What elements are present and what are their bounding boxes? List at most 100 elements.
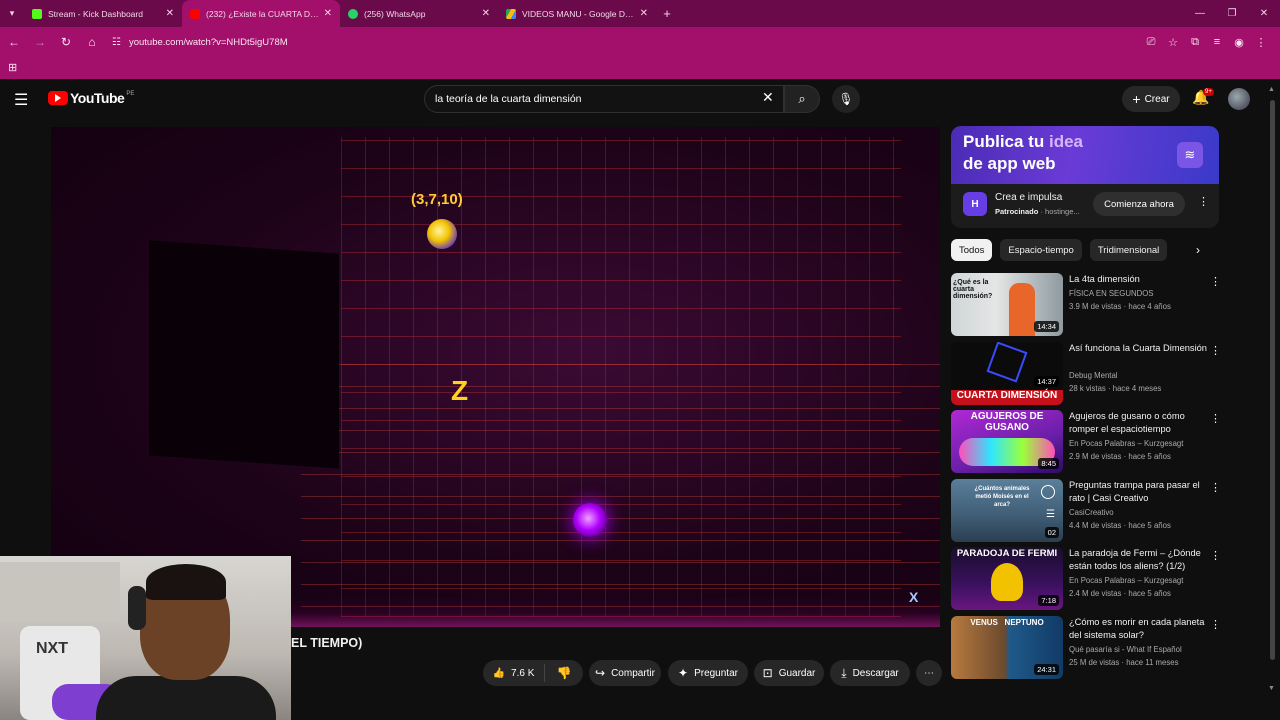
channel-name[interactable]: Qué pasaría si - What If Español xyxy=(1069,645,1182,654)
chip-todos[interactable]: Todos xyxy=(951,239,993,261)
tab-google-drive[interactable]: VIDEOS MANU - Google Drive ✕ xyxy=(498,0,656,27)
tab-youtube[interactable]: (232) ¿Existe la CUARTA DIMENSIÓ ✕ xyxy=(182,0,340,27)
restore-icon[interactable]: ❐ xyxy=(1216,0,1248,27)
add-to-queue-icon[interactable]: ☰ xyxy=(1046,509,1055,520)
profile-icon[interactable]: ◉ xyxy=(1228,30,1250,54)
video-title: ¿Cómo es morir en cada planeta del siste… xyxy=(1069,617,1205,640)
save-label: Guardar xyxy=(778,667,816,679)
list-item[interactable]: VENUS NEPTUNO 24:31 ¿Cómo es morir en ca… xyxy=(951,616,1221,680)
more-options-icon[interactable]: ⋮ xyxy=(1210,481,1221,494)
plus-icon: + xyxy=(1132,91,1141,107)
youtube-tab-icon xyxy=(190,8,200,19)
cast-icon[interactable]: ⎚ xyxy=(1140,30,1162,54)
list-item[interactable]: CUARTA DIMENSIÓN 14:37 Así funciona la C… xyxy=(951,342,1221,406)
share-button[interactable]: ↪ Compartir xyxy=(589,660,661,686)
reading-list-icon[interactable]: ≡ xyxy=(1206,30,1228,54)
new-tab-button[interactable]: + xyxy=(656,6,678,21)
video-thumbnail[interactable]: AGUJEROS DE GUSANO 8:45 xyxy=(951,410,1063,473)
chip-espacio-tiempo[interactable]: Espacio-tiempo xyxy=(1000,239,1082,261)
video-thumbnail[interactable]: VENUS NEPTUNO 24:31 xyxy=(951,616,1063,679)
watch-later-icon[interactable] xyxy=(1041,485,1055,499)
more-options-icon[interactable]: ⋮ xyxy=(1210,344,1221,357)
clear-search-icon[interactable]: ✕ xyxy=(762,89,774,106)
notification-badge: 9+ xyxy=(1203,88,1214,96)
like-button[interactable]: 👍 7.6 K xyxy=(483,664,545,682)
download-label: Descargar xyxy=(852,667,899,679)
video-player[interactable]: (3,7,10) Z X xyxy=(51,127,940,627)
video-thumbnail[interactable]: ¿Cuántos animales metió Moisés en el arc… xyxy=(951,479,1063,542)
list-item[interactable]: PARADOJA DE FERMI 7:18 La paradoja de Fe… xyxy=(951,547,1221,611)
ad-cta-button[interactable]: Comienza ahora xyxy=(1093,192,1185,216)
youtube-header: ☰ YouTube PE la teoría de la cuarta dime… xyxy=(0,79,1280,121)
thumbnail-text: ¿Qué es la cuarta dimensión? xyxy=(953,279,993,300)
search-input[interactable]: la teoría de la cuarta dimensión xyxy=(424,85,784,113)
chip-tridimensional[interactable]: Tridimensional xyxy=(1089,239,1168,261)
thumbnail-text: PARADOJA DE FERMI xyxy=(956,548,1058,559)
list-item[interactable]: AGUJEROS DE GUSANO 8:45 Agujeros de gusa… xyxy=(951,410,1221,474)
dislike-button[interactable]: 👎 xyxy=(545,666,583,680)
more-options-icon[interactable]: ⋮ xyxy=(1210,412,1221,425)
address-bar[interactable]: ☷ youtube.com/watch?v=NHDt5igU78M xyxy=(112,37,288,48)
presenter-figure xyxy=(1009,283,1035,336)
duration-badge: 24:31 xyxy=(1034,664,1059,675)
youtube-logo[interactable]: YouTube PE xyxy=(48,90,134,106)
close-tab-icon[interactable]: ✕ xyxy=(324,8,332,19)
browser-menu-icon[interactable]: ⋮ xyxy=(1250,30,1272,54)
ask-button[interactable]: ✦ Preguntar xyxy=(668,660,748,686)
tesseract-shape xyxy=(986,342,1028,383)
tab-whatsapp[interactable]: (256) WhatsApp ✕ xyxy=(340,0,498,27)
scroll-down-icon[interactable]: ▼ xyxy=(1268,685,1275,692)
save-button[interactable]: ⊡ Guardar xyxy=(754,660,824,686)
close-window-icon[interactable]: ✕ xyxy=(1248,0,1280,27)
list-item[interactable]: ¿Cuántos animales metió Moisés en el arc… xyxy=(951,479,1221,543)
forward-icon[interactable]: → xyxy=(28,30,52,54)
channel-name[interactable]: FÍSICA EN SEGUNDOS xyxy=(1069,289,1153,298)
channel-name[interactable]: En Pocas Palabras – Kurzgesagt xyxy=(1069,576,1183,585)
tab-search-icon[interactable]: ▾ xyxy=(0,8,24,19)
ad-banner[interactable]: Publica tu idea de app web ≋ xyxy=(951,126,1219,184)
channel-name[interactable]: En Pocas Palabras – Kurzgesagt xyxy=(1069,439,1183,448)
search-button[interactable]: ⌕ xyxy=(784,85,820,113)
minimize-icon[interactable]: — xyxy=(1184,0,1216,27)
tab-kick[interactable]: Stream - Kick Dashboard ✕ xyxy=(24,0,182,27)
video-thumbnail[interactable]: ¿Qué es la cuarta dimensión? 14:34 xyxy=(951,273,1063,336)
ad-more-icon[interactable]: ⋮ xyxy=(1198,195,1209,208)
streamer-hair xyxy=(146,564,226,600)
scroll-up-icon[interactable]: ▲ xyxy=(1268,86,1275,93)
close-tab-icon[interactable]: ✕ xyxy=(166,8,174,19)
channel-name[interactable]: CasiCreativo xyxy=(1069,508,1114,517)
video-title: Preguntas trampa para pasar el rato | Ca… xyxy=(1069,480,1200,503)
page-scrollbar[interactable]: ▲ ▼ xyxy=(1268,86,1276,692)
chips-next-icon[interactable]: › xyxy=(1196,243,1200,257)
more-actions-button[interactable]: ⋯ xyxy=(916,660,942,686)
home-icon[interactable]: ⌂ xyxy=(80,30,104,54)
more-options-icon[interactable]: ⋮ xyxy=(1210,549,1221,562)
menu-icon[interactable]: ☰ xyxy=(14,90,28,110)
channel-name[interactable]: Debug Mental xyxy=(1069,371,1118,380)
more-options-icon[interactable]: ⋮ xyxy=(1210,618,1221,631)
account-avatar[interactable] xyxy=(1228,88,1250,110)
bookmark-icon: ⊡ xyxy=(762,666,773,680)
site-info-icon[interactable]: ☷ xyxy=(112,37,121,48)
scroll-thumb[interactable] xyxy=(1270,100,1275,660)
create-button[interactable]: + Crear xyxy=(1122,86,1180,112)
video-thumbnail[interactable]: PARADOJA DE FERMI 7:18 xyxy=(951,547,1063,610)
list-item[interactable]: ¿Qué es la cuarta dimensión? 14:34 La 4t… xyxy=(951,273,1221,337)
bookmark-star-icon[interactable]: ☆ xyxy=(1162,30,1184,54)
close-tab-icon[interactable]: ✕ xyxy=(482,8,490,19)
back-icon[interactable]: ← xyxy=(2,30,26,54)
extensions-icon[interactable]: ⧉ xyxy=(1184,30,1206,54)
country-code: PE xyxy=(126,91,135,97)
close-tab-icon[interactable]: ✕ xyxy=(640,8,648,19)
more-options-icon[interactable]: ⋮ xyxy=(1210,275,1221,288)
duration-badge: 02 xyxy=(1044,527,1059,538)
video-thumbnail[interactable]: CUARTA DIMENSIÓN 14:37 xyxy=(951,342,1063,405)
apps-grid-icon[interactable]: ⊞ xyxy=(8,61,17,74)
download-button[interactable]: ⤓ Descargar xyxy=(830,660,910,686)
youtube-play-icon xyxy=(48,91,68,105)
reload-icon[interactable]: ↻ xyxy=(54,30,78,54)
alien-figure xyxy=(991,563,1023,601)
tab-title: (232) ¿Existe la CUARTA DIMENSIÓ xyxy=(206,8,320,19)
download-icon: ⤓ xyxy=(841,665,847,680)
voice-search-button[interactable]: 🎙 xyxy=(832,85,860,113)
